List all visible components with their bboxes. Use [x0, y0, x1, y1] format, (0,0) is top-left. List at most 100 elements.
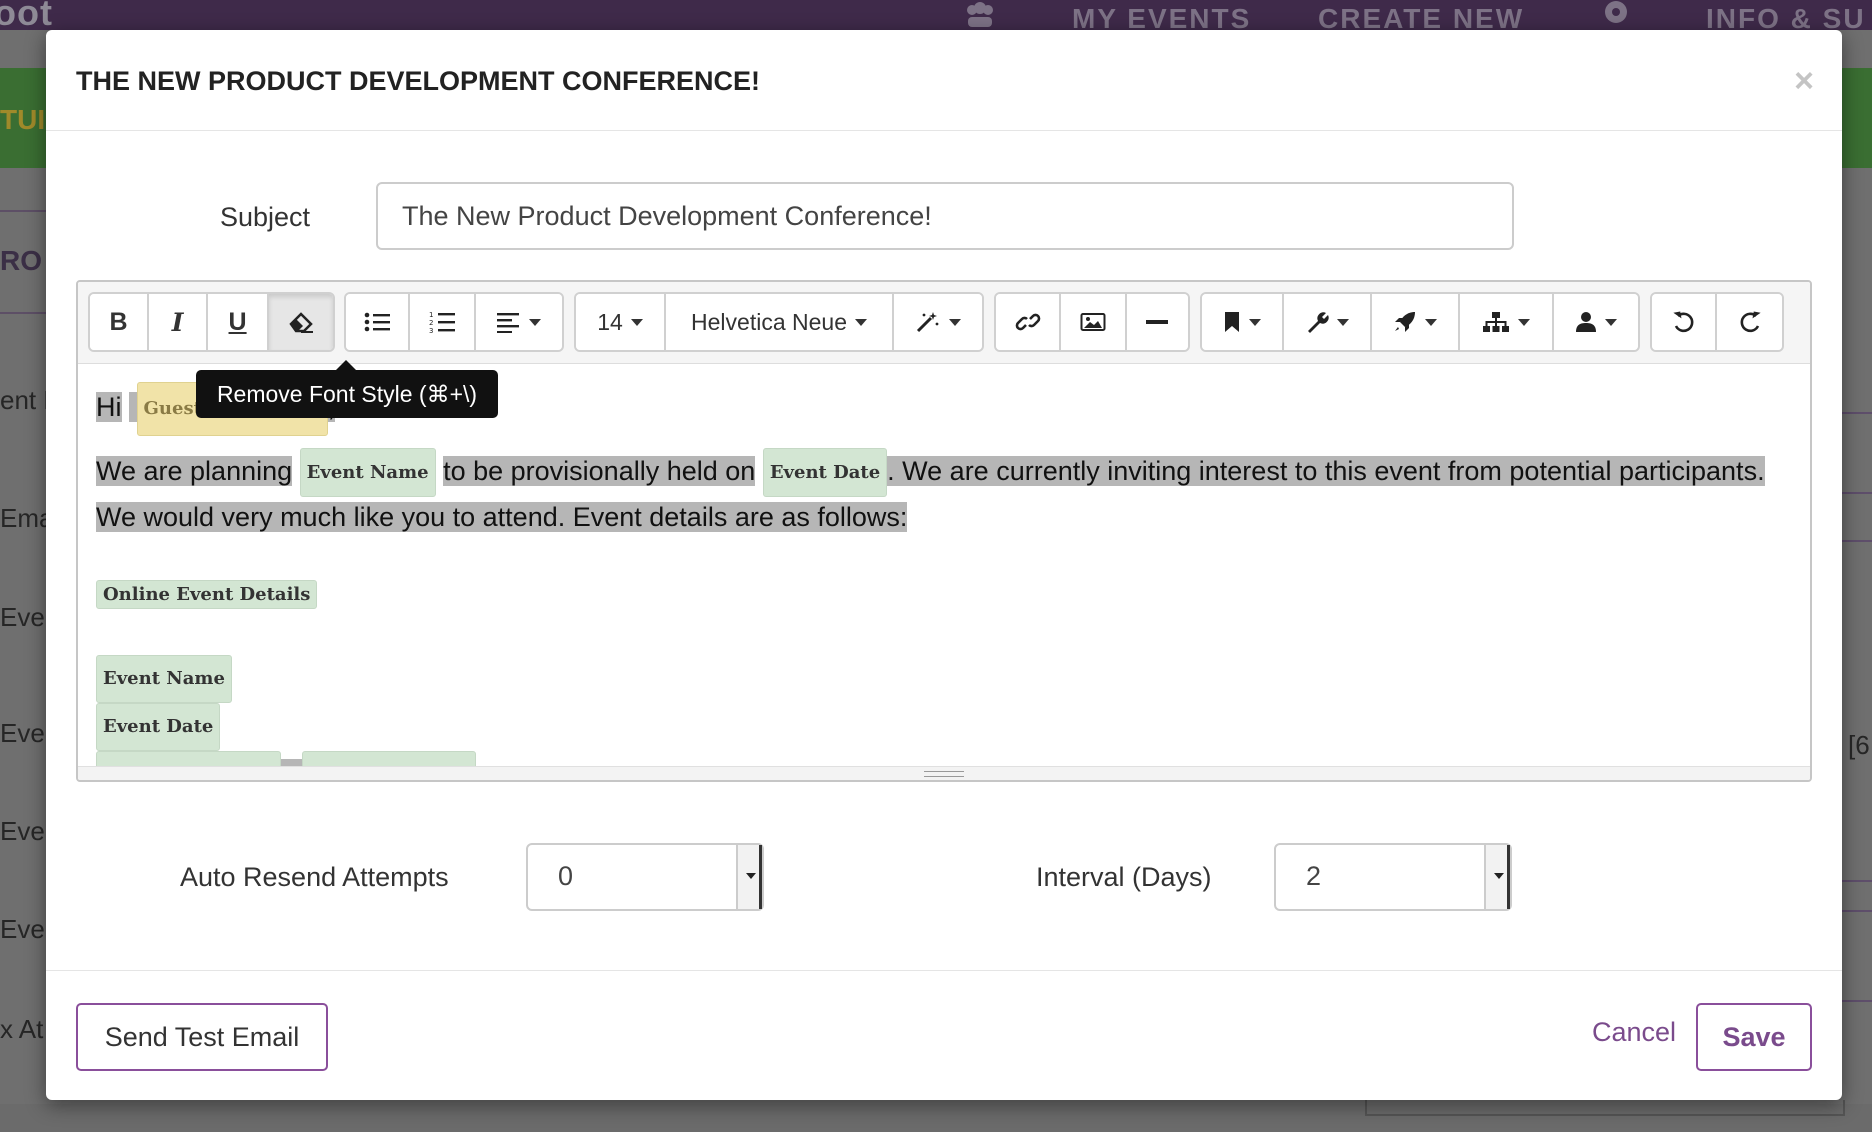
redo-button[interactable] — [1717, 294, 1782, 350]
spinner-arrows-icon[interactable] — [1484, 845, 1510, 909]
chevron-down-icon — [949, 318, 961, 326]
nav-my-events[interactable]: MY EVENTS — [1072, 3, 1251, 30]
paragraph-group: 123 — [344, 292, 564, 352]
background-section-label: RO — [0, 245, 42, 276]
auto-resend-attempts-value: 0 — [558, 861, 574, 891]
user-dropdown[interactable] — [1554, 294, 1638, 350]
editor-content[interactable]: Hi Guest First Name, We are planning Eve… — [96, 382, 1786, 780]
svg-text:2: 2 — [429, 319, 433, 327]
intro-paragraph: We are planning Event Name to be provisi… — [96, 448, 1786, 538]
nav-create-new[interactable]: CREATE NEW — [1318, 3, 1524, 30]
subject-input[interactable] — [376, 182, 1514, 250]
italic-button[interactable]: I — [149, 294, 209, 350]
insert-group — [994, 292, 1190, 352]
sitemap-icon — [1483, 312, 1509, 332]
cancel-link[interactable]: Cancel — [1592, 1017, 1676, 1048]
rocket-dropdown[interactable] — [1372, 294, 1460, 350]
remove-font-style-tooltip: Remove Font Style (⌘+\) — [196, 360, 498, 418]
subject-label: Subject — [220, 202, 311, 232]
numbered-list-icon: 123 — [429, 311, 455, 334]
email-template-modal: THE NEW PRODUCT DEVELOPMENT CONFERENCE! … — [46, 30, 1842, 1100]
wrench-dropdown[interactable] — [1284, 294, 1372, 350]
intro-text-b: to be provisionally held on — [443, 455, 756, 486]
bold-button[interactable]: B — [90, 294, 150, 350]
intro-text-a: We are planning — [96, 455, 293, 486]
font-size-dropdown[interactable]: 14 — [576, 294, 666, 350]
interval-days-value: 2 — [1306, 861, 1322, 891]
bullet-list-button[interactable] — [346, 294, 410, 350]
eraser-icon — [289, 312, 314, 333]
bullet-list-icon — [364, 312, 390, 332]
gear-icon — [1605, 1, 1627, 23]
modal-footer: Send Test Email Cancel Save — [46, 970, 1842, 1100]
link-icon — [1015, 313, 1040, 331]
modal-title: THE NEW PRODUCT DEVELOPMENT CONFERENCE! — [76, 66, 761, 96]
redo-icon — [1740, 311, 1761, 333]
style-dropdown[interactable] — [894, 294, 982, 350]
interval-days-input[interactable]: 2 — [1274, 843, 1512, 911]
horizontal-rule-icon — [1146, 320, 1169, 324]
font-family-dropdown[interactable]: Helvetica Neue — [666, 294, 894, 350]
background-navbar: oot MY EVENTS CREATE NEW INFO & SU — [0, 0, 1872, 30]
send-test-email-button[interactable]: Send Test Email — [76, 1003, 328, 1071]
event-date-tag: Event Date — [762, 448, 888, 497]
align-icon — [497, 313, 519, 333]
chevron-down-icon — [1518, 318, 1530, 326]
event-name-tag: Event Name — [299, 448, 436, 497]
numbered-list-button[interactable]: 123 — [410, 294, 476, 350]
underline-icon: U — [228, 307, 247, 336]
close-button[interactable]: × — [1794, 64, 1814, 98]
editor-toolbar: B I U 123 14 Helvetica Neue — [78, 282, 1810, 364]
chevron-down-icon — [1337, 318, 1349, 326]
undo-button[interactable] — [1652, 294, 1717, 350]
auto-resend-attempts-input[interactable]: 0 — [526, 843, 764, 911]
online-event-details-tag: Online Event Details — [96, 580, 318, 610]
underline-button[interactable]: U — [208, 294, 270, 350]
merge-field-group — [1200, 292, 1640, 352]
bold-icon: B — [109, 307, 128, 336]
online-details-line: Online Event Details — [96, 578, 1786, 610]
sitemap-dropdown[interactable] — [1460, 294, 1554, 350]
background-box — [1365, 1100, 1845, 1116]
chevron-down-icon — [529, 318, 541, 326]
interval-days-label: Interval (Days) — [1036, 862, 1212, 892]
font-group: 14 Helvetica Neue — [574, 292, 984, 352]
horizontal-rule-button[interactable] — [1126, 294, 1188, 350]
modal-header: THE NEW PRODUCT DEVELOPMENT CONFERENCE! … — [46, 30, 1842, 131]
auto-resend-attempts-label: Auto Resend Attempts — [180, 862, 449, 892]
align-dropdown[interactable] — [476, 294, 562, 350]
svg-text:1: 1 — [429, 311, 433, 319]
background-logo: oot — [0, 0, 53, 30]
nav-info-support[interactable]: INFO & SU — [1706, 3, 1866, 30]
italic-icon: I — [171, 307, 184, 337]
link-button[interactable] — [996, 294, 1062, 350]
background-label: Eve — [0, 914, 45, 944]
chevron-down-icon — [1605, 318, 1617, 326]
spinner-arrows-icon[interactable] — [736, 845, 762, 909]
history-group — [1650, 292, 1784, 352]
background-label: Eve — [0, 816, 45, 846]
magic-wand-icon — [916, 312, 939, 333]
background-label: Eve — [0, 718, 45, 748]
image-icon — [1080, 313, 1106, 331]
background-label: x At — [0, 1014, 44, 1044]
bookmark-dropdown[interactable] — [1202, 294, 1284, 350]
undo-icon — [1672, 311, 1693, 333]
chevron-down-icon — [630, 318, 643, 326]
chevron-down-icon — [1425, 318, 1437, 326]
editor-resize-handle[interactable] — [78, 766, 1810, 780]
wrench-icon — [1308, 312, 1329, 333]
greeting-text: Hi — [96, 392, 122, 423]
background-green-text: TUI — [0, 104, 46, 135]
image-button[interactable] — [1061, 294, 1127, 350]
save-button[interactable]: Save — [1696, 1003, 1812, 1071]
rich-text-editor: B I U 123 14 Helvetica Neue Hi Guest We … — [76, 280, 1812, 782]
background-label: Eve — [0, 602, 45, 632]
background-label: [6 — [1848, 730, 1870, 760]
svg-text:3: 3 — [429, 327, 433, 334]
font-family-value: Helvetica Neue — [691, 308, 847, 335]
event-name-tag: Event Name — [96, 655, 232, 704]
user-icon — [1576, 312, 1596, 332]
chevron-down-icon — [854, 318, 867, 326]
remove-font-style-button[interactable] — [269, 294, 333, 350]
